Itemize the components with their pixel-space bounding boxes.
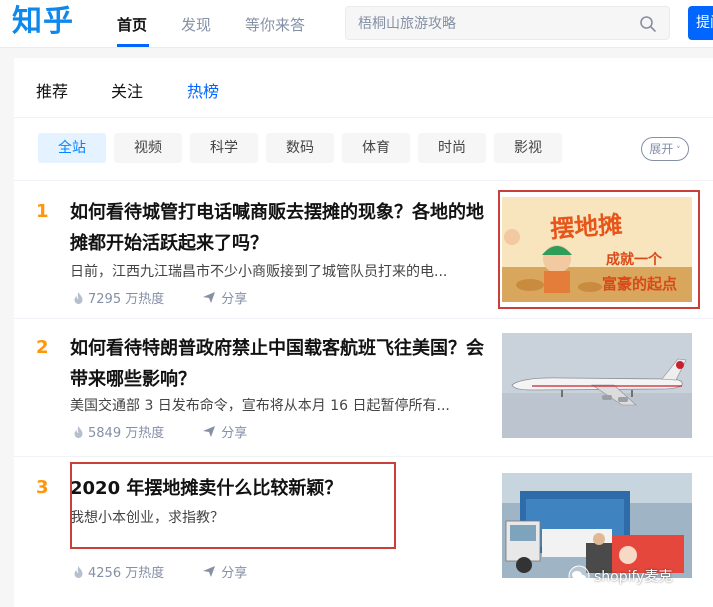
share-label: 分享 [221, 292, 248, 307]
hot-item-meta: 7295 万热度 分享 [72, 288, 247, 307]
category-sports[interactable]: 体育 [342, 133, 410, 163]
share-label: 分享 [221, 426, 248, 441]
truck-stall-photo [502, 473, 692, 578]
hot-item-excerpt: 美国交通部 3 日发布命令，宣布将从本月 16 日起暂停所有... [70, 398, 450, 414]
hot-list-card: 推荐 关注 热榜 全站 视频 科学 数码 体育 时尚 影视 展开 ˅ 1 如何看… [14, 58, 713, 607]
search-input[interactable] [358, 14, 628, 34]
nav-home[interactable]: 首页 [117, 14, 147, 35]
share-label: 分享 [221, 566, 248, 581]
zhihu-logo[interactable]: 知乎 [12, 2, 74, 42]
hot-item-meta: 4256 万热度 分享 [72, 562, 247, 581]
category-fashion[interactable]: 时尚 [418, 133, 486, 163]
title-line: 如何看待城管打电话喊商贩去摆摊的现象？各地的地 [70, 202, 484, 223]
nav-discover[interactable]: 发现 [181, 14, 211, 35]
category-filter: 全站 视频 科学 数码 体育 时尚 影视 展开 ˅ [14, 58, 713, 178]
category-video[interactable]: 视频 [114, 133, 182, 163]
share-button[interactable]: 分享 [202, 562, 247, 581]
share-icon [203, 426, 216, 437]
nav-waiting-answer[interactable]: 等你来答 [245, 14, 305, 35]
share-button[interactable]: 分享 [202, 288, 247, 307]
search-box [345, 6, 670, 40]
category-science[interactable]: 科学 [190, 133, 258, 163]
hot-item-excerpt: 日前，江西九江瑞昌市不少小商贩接到了城管队员打来的电... [70, 264, 448, 280]
rank-number: 2 [36, 337, 49, 358]
expand-label: 展开 [649, 142, 674, 156]
hot-item-thumbnail[interactable] [502, 333, 692, 438]
expand-categories-button[interactable]: 展开 ˅ [641, 137, 689, 161]
heat-value: 7295 万热度 [88, 292, 165, 307]
ask-question-button[interactable]: 提问 [688, 6, 713, 40]
hot-item-meta: 5849 万热度 分享 [72, 422, 247, 441]
category-film[interactable]: 影视 [494, 133, 562, 163]
fire-icon [74, 565, 83, 578]
airplane-photo [502, 333, 692, 438]
rank-number: 3 [36, 477, 49, 498]
fire-icon [74, 291, 83, 304]
fire-icon [74, 425, 83, 438]
chevron-down-icon: ˅ [673, 146, 681, 156]
category-digital[interactable]: 数码 [266, 133, 334, 163]
hot-item-title[interactable]: 如何看待城管打电话喊商贩去摆摊的现象？各地的地 摊都开始活跃起来了吗？ [70, 197, 490, 259]
heat-value: 5849 万热度 [88, 426, 165, 441]
wechat-icon [568, 565, 590, 587]
share-icon [203, 566, 216, 577]
share-icon [203, 292, 216, 303]
title-line: 带来哪些影响？ [70, 369, 196, 390]
highlight-box [70, 462, 396, 549]
search-icon[interactable] [639, 15, 657, 33]
share-button[interactable]: 分享 [202, 422, 247, 441]
title-line: 摊都开始活跃起来了吗？ [70, 233, 268, 254]
title-line: 如何看待特朗普政府禁止中国载客航班飞往美国？会 [70, 338, 484, 359]
rank-number: 1 [36, 201, 49, 222]
watermark: shopify麦克 [568, 565, 672, 587]
top-navigation-bar: 知乎 首页 发现 等你来答 提问 [0, 0, 713, 48]
highlight-box [498, 190, 700, 309]
hot-item[interactable]: 2 如何看待特朗普政府禁止中国载客航班飞往美国？会 带来哪些影响？ 美国交通部 … [14, 319, 713, 455]
heat-value: 4256 万热度 [88, 566, 165, 581]
nav-active-indicator [117, 44, 149, 47]
hot-item-title[interactable]: 如何看待特朗普政府禁止中国载客航班飞往美国？会 带来哪些影响？ [70, 333, 490, 395]
hot-item-thumbnail[interactable] [502, 473, 692, 578]
hot-item[interactable]: 1 如何看待城管打电话喊商贩去摆摊的现象？各地的地 摊都开始活跃起来了吗？ 日前… [14, 181, 713, 317]
category-all[interactable]: 全站 [38, 133, 106, 163]
watermark-text: shopify麦克 [594, 569, 673, 585]
